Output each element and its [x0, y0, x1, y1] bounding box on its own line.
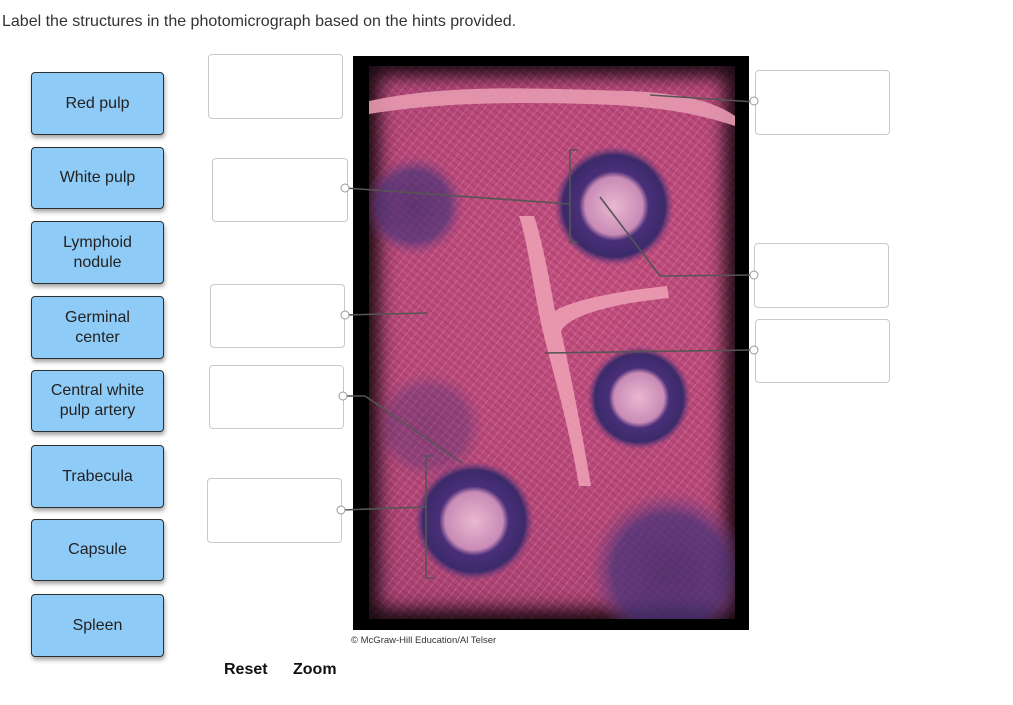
dropzone-left-3[interactable]: [209, 365, 344, 429]
dropzone-right-1[interactable]: [755, 70, 890, 135]
image-credit: © McGraw-Hill Education/Al Telser: [351, 635, 497, 646]
tissue-features: [364, 88, 749, 630]
label-chip-central-white-pulp-artery[interactable]: Central white pulp artery: [31, 370, 164, 432]
label-chip-lymphoid-nodule[interactable]: Lymphoid nodule: [31, 221, 164, 284]
dropzone-left-2[interactable]: [210, 284, 345, 348]
dropzone-figure-title[interactable]: [208, 54, 343, 119]
spleen-tissue-image: [364, 66, 749, 630]
dropzone-left-4[interactable]: [207, 478, 342, 543]
nodule-top: [554, 146, 674, 266]
dropzone-right-2[interactable]: [754, 243, 889, 308]
reset-button[interactable]: Reset: [224, 661, 268, 679]
photomicrograph: [353, 56, 749, 630]
label-chip-white-pulp[interactable]: White pulp: [31, 147, 164, 209]
instructions: Label the structures in the photomicrogr…: [2, 13, 517, 30]
zoom-button[interactable]: Zoom: [293, 661, 337, 679]
label-chip-trabecula[interactable]: Trabecula: [31, 445, 164, 508]
dropzone-right-3[interactable]: [755, 319, 890, 383]
label-chip-spleen[interactable]: Spleen: [31, 594, 164, 657]
label-chip-red-pulp[interactable]: Red pulp: [31, 72, 164, 135]
label-chip-germinal-center[interactable]: Germinal center: [31, 296, 164, 359]
nodule-middle: [587, 346, 691, 450]
label-chip-capsule[interactable]: Capsule: [31, 519, 164, 581]
dropzone-left-1[interactable]: [212, 158, 348, 222]
